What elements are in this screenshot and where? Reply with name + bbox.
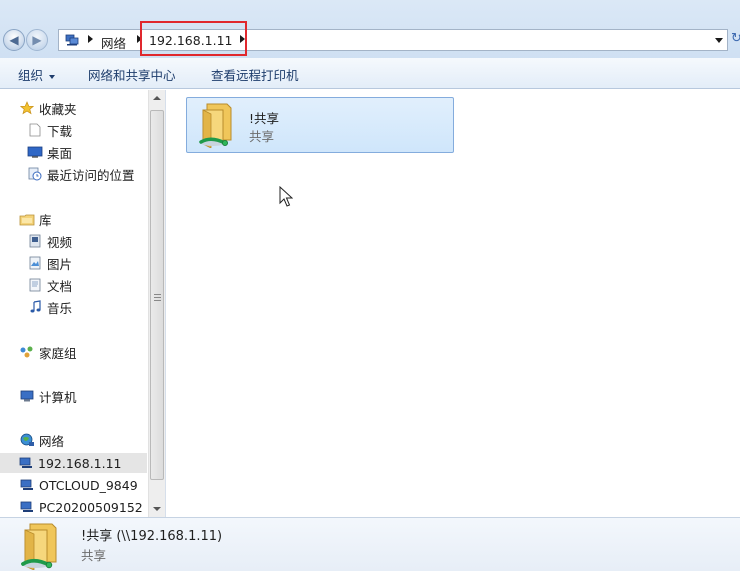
homegroup-icon bbox=[19, 345, 35, 359]
network-icon bbox=[65, 34, 79, 46]
nav-downloads[interactable]: 下载 bbox=[27, 120, 72, 140]
nav-recent-places[interactable]: 最近访问的位置 bbox=[27, 164, 135, 184]
nav-network[interactable]: 网络 bbox=[19, 430, 64, 450]
content-pane: !共享 共享 bbox=[167, 90, 740, 517]
music-library-icon bbox=[27, 300, 43, 314]
breadcrumb-separator-icon[interactable] bbox=[88, 35, 93, 43]
breadcrumb-network[interactable]: 网络 bbox=[101, 33, 126, 52]
document-library-icon bbox=[27, 278, 43, 292]
network-globe-icon bbox=[19, 433, 35, 447]
nav-libraries-label: 库 bbox=[39, 212, 52, 228]
nav-host-label: OTCLOUD_9849 bbox=[39, 477, 138, 493]
network-computer-icon bbox=[19, 478, 35, 492]
shared-folder-item[interactable]: !共享 共享 bbox=[186, 97, 454, 153]
grip-icon bbox=[154, 294, 161, 301]
star-icon bbox=[19, 101, 35, 115]
nav-network-label: 网络 bbox=[39, 433, 65, 449]
details-pane: !共享 (\\192.168.1.11) 共享 bbox=[0, 517, 740, 571]
refresh-icon[interactable]: ↻ bbox=[731, 31, 740, 46]
command-bar: 组织 网络和共享中心 查看远程打印机 bbox=[0, 58, 740, 89]
details-type: 共享 bbox=[81, 548, 107, 563]
view-remote-printers-button[interactable]: 查看远程打印机 bbox=[211, 65, 299, 84]
organize-menu[interactable]: 组织 bbox=[18, 65, 56, 84]
nav-documents-label: 文档 bbox=[47, 278, 73, 294]
nav-recent-label: 最近访问的位置 bbox=[47, 167, 135, 183]
video-library-icon bbox=[27, 234, 43, 248]
scroll-down-icon[interactable] bbox=[153, 507, 161, 511]
nav-desktop-label: 桌面 bbox=[47, 145, 73, 161]
nav-desktop[interactable]: 桌面 bbox=[27, 142, 72, 162]
details-title: !共享 (\\192.168.1.11) bbox=[81, 529, 223, 544]
forward-button[interactable]: ▶ bbox=[26, 29, 48, 51]
shared-folder-icon bbox=[199, 103, 232, 148]
network-computer-icon bbox=[19, 500, 35, 514]
nav-favorites[interactable]: 收藏夹 bbox=[19, 98, 77, 118]
nav-homegroup-label: 家庭组 bbox=[39, 345, 77, 361]
download-folder-icon bbox=[27, 123, 43, 137]
nav-host-label: 192.168.1.11 bbox=[38, 455, 122, 471]
picture-library-icon bbox=[27, 256, 43, 270]
nav-libraries[interactable]: 库 bbox=[19, 209, 52, 229]
nav-computer-label: 计算机 bbox=[39, 389, 77, 405]
back-arrow-icon: ◀ bbox=[9, 33, 19, 47]
recent-places-icon bbox=[27, 167, 43, 181]
nav-computer[interactable]: 计算机 bbox=[19, 386, 77, 406]
chevron-down-icon bbox=[49, 74, 56, 79]
nav-favorites-label: 收藏夹 bbox=[39, 101, 77, 117]
nav-music-label: 音乐 bbox=[47, 300, 73, 316]
nav-pictures-label: 图片 bbox=[47, 256, 73, 272]
nav-pane-scrollbar[interactable] bbox=[148, 90, 165, 517]
nav-downloads-label: 下载 bbox=[47, 123, 73, 139]
network-computer-icon bbox=[18, 456, 34, 470]
nav-host-otcloud[interactable]: OTCLOUD_9849 bbox=[19, 475, 147, 495]
nav-host-192-168-1-11[interactable]: 192.168.1.11 bbox=[0, 453, 147, 473]
address-area: ◀ ▶ 网络 192.168.1.11 ↻ bbox=[0, 0, 740, 58]
navigation-pane: 收藏夹 下载 桌面 最近访问的位置 库 视频 图片 文档 音乐 家庭组 计算机 … bbox=[0, 90, 166, 517]
nav-videos-label: 视频 bbox=[47, 234, 73, 250]
nav-homegroup[interactable]: 家庭组 bbox=[19, 342, 77, 362]
nav-host-pc2020[interactable]: PC20200509152 bbox=[19, 497, 147, 517]
computer-icon bbox=[19, 389, 35, 403]
annotation-highlight-box bbox=[140, 21, 247, 56]
nav-videos[interactable]: 视频 bbox=[27, 231, 72, 251]
shared-folder-icon bbox=[21, 523, 57, 570]
nav-documents[interactable]: 文档 bbox=[27, 275, 72, 295]
scroll-up-icon[interactable] bbox=[153, 96, 161, 100]
shared-folder-type: 共享 bbox=[249, 129, 275, 144]
network-sharing-center-button[interactable]: 网络和共享中心 bbox=[88, 65, 176, 84]
desktop-icon bbox=[27, 145, 43, 159]
mouse-cursor-icon bbox=[279, 186, 293, 207]
nav-music[interactable]: 音乐 bbox=[27, 297, 72, 317]
back-button[interactable]: ◀ bbox=[3, 29, 25, 51]
nav-host-label: PC20200509152 bbox=[39, 499, 143, 515]
scrollbar-thumb[interactable] bbox=[150, 110, 164, 480]
library-icon bbox=[19, 212, 35, 226]
shared-folder-name: !共享 bbox=[249, 111, 280, 126]
address-dropdown-icon[interactable] bbox=[715, 38, 723, 43]
forward-arrow-icon: ▶ bbox=[32, 33, 42, 47]
nav-pictures[interactable]: 图片 bbox=[27, 253, 72, 273]
